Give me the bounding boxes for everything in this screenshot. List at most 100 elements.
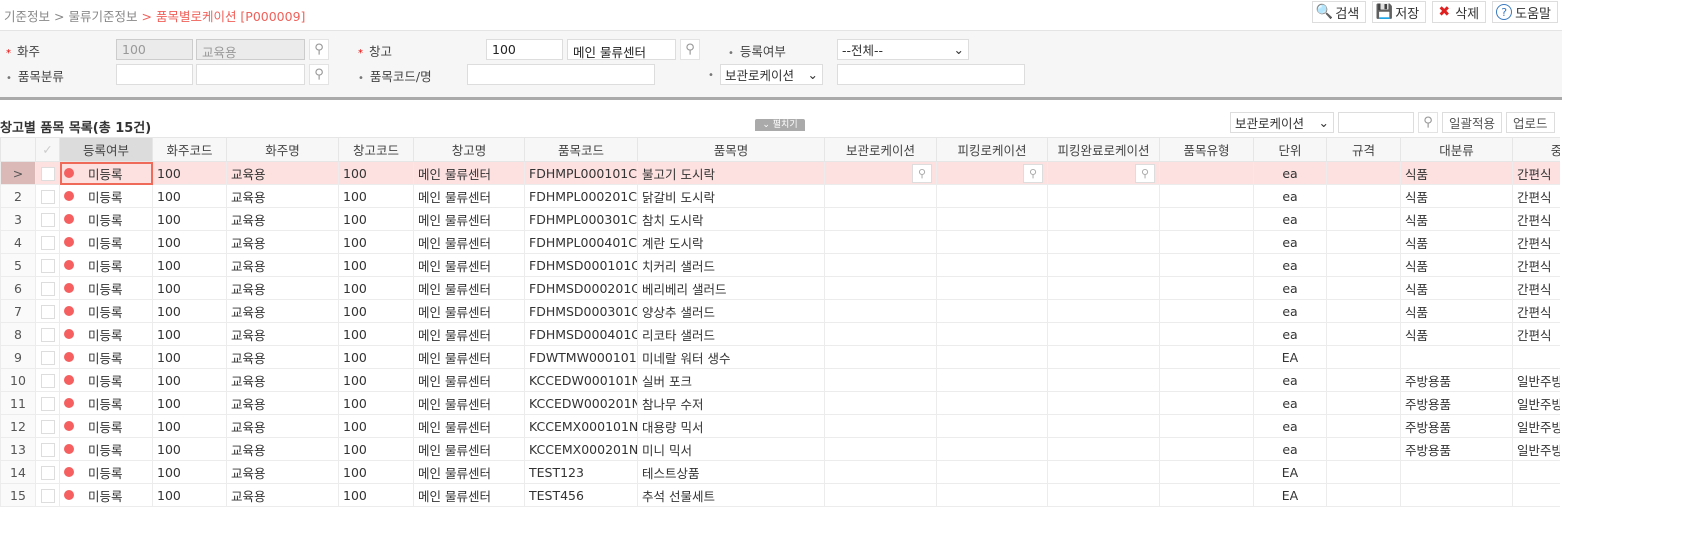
- warehouse-code-input[interactable]: 100: [486, 39, 563, 60]
- apply-search-icon[interactable]: ⚲: [1418, 112, 1438, 133]
- storage-location-cell[interactable]: [824, 437, 937, 461]
- column-header[interactable]: 중: [1512, 137, 1560, 162]
- picking-location-cell[interactable]: [936, 230, 1048, 254]
- picked-location-cell[interactable]: [1047, 207, 1160, 231]
- owner-code-input[interactable]: 100: [116, 39, 193, 60]
- picked-location-cell[interactable]: [1047, 322, 1160, 346]
- storage-location-cell[interactable]: [824, 207, 937, 231]
- registered-cell[interactable]: 미등록: [59, 253, 153, 277]
- row-checkbox[interactable]: [35, 368, 60, 392]
- column-header[interactable]: 화주코드: [152, 137, 227, 162]
- column-header[interactable]: 창고명: [413, 137, 525, 162]
- picked-location-cell[interactable]: [1047, 483, 1160, 507]
- row-checkbox[interactable]: [35, 460, 60, 484]
- picking-location-cell[interactable]: [936, 414, 1048, 438]
- owner-search-icon[interactable]: ⚲: [309, 39, 329, 60]
- registered-cell[interactable]: 미등록: [59, 230, 153, 254]
- registered-cell[interactable]: 미등록: [59, 276, 153, 300]
- picking-location-cell[interactable]: [936, 253, 1048, 277]
- picking-location-cell[interactable]: [936, 322, 1048, 346]
- column-header[interactable]: 피킹완료로케이션: [1047, 137, 1160, 162]
- registered-cell[interactable]: 미등록: [59, 437, 153, 461]
- table-row[interactable]: 9 미등록 100 교육용 100 메인 물류센터 FDWTMW000101N 미네랄 워터 …: [0, 345, 1560, 369]
- location-search-icon[interactable]: ⚲: [1023, 163, 1043, 183]
- picked-location-cell[interactable]: [1047, 230, 1160, 254]
- row-checkbox[interactable]: [35, 322, 60, 346]
- upload-button[interactable]: 업로드: [1506, 112, 1555, 133]
- registered-cell[interactable]: 미등록: [59, 414, 153, 438]
- category-name-input[interactable]: [196, 64, 305, 85]
- location-search-icon[interactable]: ⚲: [1135, 163, 1155, 183]
- row-checkbox[interactable]: [35, 414, 60, 438]
- table-row[interactable]: 13 미등록 100 교육용 100 메인 물류센터 KCCEMX000201N 미니 믹서 e…: [0, 437, 1560, 461]
- storage-location-cell[interactable]: [824, 483, 937, 507]
- picking-location-cell[interactable]: [936, 345, 1048, 369]
- storage-location-cell[interactable]: ⚲: [824, 161, 937, 185]
- bulk-apply-button[interactable]: 일괄적용: [1442, 112, 1503, 133]
- storage-location-cell[interactable]: [824, 345, 937, 369]
- row-checkbox[interactable]: [35, 276, 60, 300]
- registered-cell[interactable]: 미등록: [59, 460, 153, 484]
- expand-toggle[interactable]: ⌄ 펼치기: [755, 119, 805, 131]
- table-row[interactable]: 12 미등록 100 교육용 100 메인 물류센터 KCCEMX000101N 대용량 믹서…: [0, 414, 1560, 438]
- picked-location-cell[interactable]: [1047, 414, 1160, 438]
- column-header[interactable]: 보관로케이션: [824, 137, 937, 162]
- picked-location-cell[interactable]: [1047, 299, 1160, 323]
- storage-location-cell[interactable]: [824, 276, 937, 300]
- picked-location-cell[interactable]: [1047, 276, 1160, 300]
- location-input[interactable]: [837, 64, 1025, 85]
- picked-location-cell[interactable]: [1047, 368, 1160, 392]
- registered-cell[interactable]: 미등록: [59, 483, 153, 507]
- column-header[interactable]: 품목코드: [524, 137, 638, 162]
- storage-location-cell[interactable]: [824, 368, 937, 392]
- row-checkbox[interactable]: [35, 391, 60, 415]
- delete-button[interactable]: ✖ 삭제: [1432, 1, 1487, 23]
- column-header[interactable]: 등록여부: [59, 137, 153, 162]
- registered-cell[interactable]: 미등록: [59, 391, 153, 415]
- table-row[interactable]: 8 미등록 100 교육용 100 메인 물류센터 FDHMSD000401C 리코타 샐러드…: [0, 322, 1560, 346]
- registered-cell[interactable]: 미등록: [59, 184, 153, 208]
- breadcrumb-item[interactable]: 기준정보: [4, 9, 50, 24]
- registered-cell[interactable]: 미등록: [59, 345, 153, 369]
- row-checkbox[interactable]: [35, 299, 60, 323]
- row-checkbox[interactable]: [35, 437, 60, 461]
- picked-location-cell[interactable]: [1047, 184, 1160, 208]
- registered-cell[interactable]: 미등록: [59, 299, 153, 323]
- picked-location-cell[interactable]: [1047, 391, 1160, 415]
- registered-cell[interactable]: 미등록: [59, 207, 153, 231]
- table-row[interactable]: 15 미등록 100 교육용 100 메인 물류센터 TEST456 추석 선물세트 EA: [0, 483, 1560, 507]
- row-checkbox[interactable]: [35, 207, 60, 231]
- picking-location-cell[interactable]: ⚲: [936, 161, 1048, 185]
- column-header[interactable]: 피킹로케이션: [936, 137, 1048, 162]
- row-checkbox[interactable]: [35, 161, 60, 185]
- column-header[interactable]: 품목명: [637, 137, 825, 162]
- picking-location-cell[interactable]: [936, 207, 1048, 231]
- storage-location-cell[interactable]: [824, 460, 937, 484]
- apply-location-input[interactable]: [1338, 112, 1414, 133]
- category-search-icon[interactable]: ⚲: [309, 64, 329, 85]
- column-header[interactable]: 규격: [1326, 137, 1401, 162]
- breadcrumb-item[interactable]: 물류기준정보: [68, 9, 137, 24]
- registered-select[interactable]: --전체-- ⌄: [837, 39, 969, 60]
- table-row[interactable]: 14 미등록 100 교육용 100 메인 물류센터 TEST123 테스트상품 EA: [0, 460, 1560, 484]
- picked-location-cell[interactable]: [1047, 460, 1160, 484]
- storage-location-cell[interactable]: [824, 322, 937, 346]
- picking-location-cell[interactable]: [936, 184, 1048, 208]
- table-row[interactable]: 6 미등록 100 교육용 100 메인 물류센터 FDHMSD000201C 베리베리 샐러…: [0, 276, 1560, 300]
- storage-location-cell[interactable]: [824, 253, 937, 277]
- picking-location-cell[interactable]: [936, 368, 1048, 392]
- table-row[interactable]: 4 미등록 100 교육용 100 메인 물류센터 FDHMPL000401C 계란 도시락 e…: [0, 230, 1560, 254]
- apply-location-select[interactable]: 보관로케이션 ⌄: [1230, 112, 1334, 133]
- column-header[interactable]: 창고코드: [338, 137, 414, 162]
- table-row[interactable]: 7 미등록 100 교육용 100 메인 물류센터 FDHMSD000301C 양상추 샐러드…: [0, 299, 1560, 323]
- help-button[interactable]: ? 도움말: [1492, 1, 1558, 23]
- storage-location-cell[interactable]: [824, 230, 937, 254]
- column-header[interactable]: 단위: [1253, 137, 1327, 162]
- storage-location-cell[interactable]: [824, 299, 937, 323]
- table-row[interactable]: 3 미등록 100 교육용 100 메인 물류센터 FDHMPL000301C 참치 도시락 e…: [0, 207, 1560, 231]
- owner-name-input[interactable]: 교육용: [196, 39, 305, 60]
- column-header[interactable]: 화주명: [226, 137, 339, 162]
- storage-location-cell[interactable]: [824, 391, 937, 415]
- picking-location-cell[interactable]: [936, 437, 1048, 461]
- picking-location-cell[interactable]: [936, 299, 1048, 323]
